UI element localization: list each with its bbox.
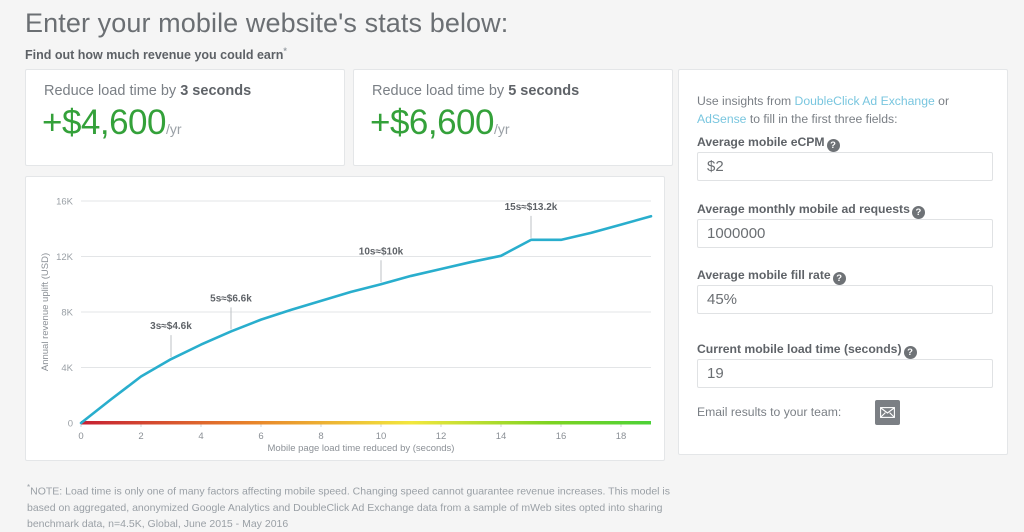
chart-x-tick-label: 10 <box>376 431 387 442</box>
chart-annotations: 3s≈$4.6k 5s≈$6.6k 10s≈$10k 15s≈$13.2k <box>150 202 558 358</box>
chart-annotation-label: 3s≈$4.6k <box>150 321 192 332</box>
chart-x-tick-label: 2 <box>138 431 143 442</box>
chart-annotation-label: 5s≈$6.6k <box>210 293 252 304</box>
help-icon[interactable]: ? <box>832 272 846 285</box>
chart-y-tick-label: 12K <box>56 252 74 263</box>
average-monthly-mobile-ad-requests-input[interactable] <box>697 219 993 248</box>
result-card-amount: +$4,600 <box>42 103 167 142</box>
email-results-row: Email results to your team: <box>697 400 993 426</box>
doubleclick-ad-exchange-link[interactable]: DoubleClick Ad Exchange <box>795 94 935 108</box>
label-text: Current mobile load time (seconds) <box>697 342 902 356</box>
chart-y-tick-label: 8K <box>61 308 73 319</box>
panel-intro-text: Use insights from DoubleClick Ad Exchang… <box>697 92 993 128</box>
chart-x-tick-label: 14 <box>496 431 507 442</box>
result-card-3-seconds: Reduce load time by 3 seconds +$4,600/yr <box>25 69 345 166</box>
chart-x-axis-ticks: 0 2 4 6 8 10 12 14 16 18 <box>78 423 626 442</box>
label-average-mobile-ecpm: Average mobile eCPM? <box>697 135 840 152</box>
help-icon[interactable]: ? <box>826 139 840 152</box>
result-card-label: Reduce load time by 3 seconds <box>44 83 251 99</box>
result-card-label-prefix: Reduce load time by <box>372 83 509 99</box>
revenue-uplift-chart-panel: 0 4K 8K 12K 16K 0 2 4 6 8 10 12 14 16 18 3s≈$4.6k 5s≈$… <box>25 176 665 461</box>
label-text: Average mobile eCPM <box>697 135 825 149</box>
footnote-text: NOTE: Load time is only one of many fact… <box>27 485 671 530</box>
chart-y-tick-label: 4K <box>61 363 73 374</box>
label-current-mobile-load-time: Current mobile load time (seconds)? <box>697 342 917 359</box>
average-mobile-fill-rate-input[interactable] <box>697 285 993 314</box>
page-subtitle: Find out how much revenue you could earn… <box>25 43 725 63</box>
chart-x-tick-label: 0 <box>78 431 83 442</box>
envelope-icon <box>880 407 895 418</box>
page-header: Enter your mobile website's stats below:… <box>25 6 725 63</box>
chart-gridlines <box>81 200 651 424</box>
current-mobile-load-time-input[interactable] <box>697 359 993 388</box>
stats-input-panel: Use insights from DoubleClick Ad Exchang… <box>678 69 1008 455</box>
result-card-suffix: /yr <box>166 121 182 137</box>
email-results-button[interactable] <box>875 400 900 425</box>
chart-annotation-label: 15s≈$13.2k <box>505 202 558 213</box>
chart-y-axis-title: Annual revenue uplift (USD) <box>40 253 51 371</box>
chart-x-tick-label: 8 <box>318 431 323 442</box>
label-average-mobile-fill-rate: Average mobile fill rate? <box>697 268 846 285</box>
help-icon[interactable]: ? <box>903 346 917 359</box>
chart-x-tick-label: 4 <box>198 431 203 442</box>
result-card-label-strong: 3 seconds <box>180 83 252 99</box>
help-icon[interactable]: ? <box>911 206 925 219</box>
result-card-suffix: /yr <box>494 121 510 137</box>
result-card-amount: +$6,600 <box>370 103 495 142</box>
email-results-label: Email results to your team: <box>697 405 842 419</box>
chart-x-axis-title: Mobile page load time reduced by (second… <box>268 443 455 454</box>
chart-x-tick-label: 18 <box>616 431 627 442</box>
subtitle-asterisk: * <box>283 46 287 56</box>
chart-y-tick-label: 0 <box>68 419 73 430</box>
footnote-disclaimer: *NOTE: Load time is only one of many fac… <box>27 480 677 532</box>
chart-annotation-label: 10s≈$10k <box>359 246 404 257</box>
adsense-link[interactable]: AdSense <box>697 112 746 126</box>
result-card-label: Reduce load time by 5 seconds <box>372 83 579 99</box>
result-card-value: +$4,600/yr <box>42 103 182 143</box>
intro-suffix: to fill in the first three fields: <box>746 112 898 126</box>
average-mobile-ecpm-input[interactable] <box>697 152 993 181</box>
result-card-value: +$6,600/yr <box>370 103 510 143</box>
result-card-5-seconds: Reduce load time by 5 seconds +$6,600/yr <box>353 69 673 166</box>
chart-x-tick-label: 12 <box>436 431 447 442</box>
chart-y-tick-label: 16K <box>56 197 74 208</box>
page-subtitle-text: Find out how much revenue you could earn <box>25 48 284 63</box>
label-text: Average mobile fill rate <box>697 268 831 282</box>
chart-x-tick-label: 6 <box>258 431 263 442</box>
result-card-label-prefix: Reduce load time by <box>44 83 181 99</box>
result-card-label-strong: 5 seconds <box>508 83 580 99</box>
page-title: Enter your mobile website's stats below: <box>25 8 509 38</box>
revenue-uplift-chart: 0 4K 8K 12K 16K 0 2 4 6 8 10 12 14 16 18 3s≈$4.6k 5s≈$… <box>40 197 653 454</box>
chart-y-axis-ticks: 0 4K 8K 12K 16K <box>56 197 74 430</box>
label-average-monthly-mobile-ad-requests: Average monthly mobile ad requests? <box>697 202 925 219</box>
label-text: Average monthly mobile ad requests <box>697 202 910 216</box>
chart-x-tick-label: 16 <box>556 431 567 442</box>
intro-mid: or <box>934 94 950 108</box>
intro-prefix: Use insights from <box>697 94 795 108</box>
speed-gradient-bar <box>81 421 651 425</box>
